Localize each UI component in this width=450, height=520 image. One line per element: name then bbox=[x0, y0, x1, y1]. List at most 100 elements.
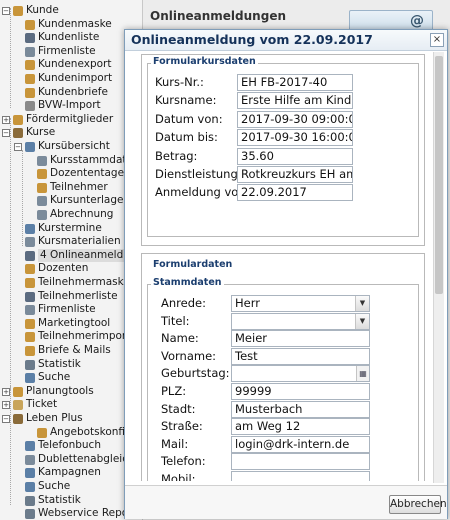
user-icon bbox=[25, 278, 35, 288]
tree-item[interactable]: + Ticket bbox=[0, 398, 142, 412]
tree-item-label: Kurstermine bbox=[38, 221, 102, 234]
text-field[interactable] bbox=[231, 471, 370, 481]
tree-item[interactable]: Firmenliste bbox=[0, 303, 142, 317]
text-field[interactable]: Musterbach bbox=[231, 400, 370, 418]
stamm-field-row: Titel: ▼ bbox=[161, 312, 423, 330]
tree-item[interactable]: Dublettenabgleich bbox=[0, 453, 142, 467]
tree-guide-line bbox=[10, 118, 11, 390]
tree-item[interactable]: Webservice Report bbox=[0, 507, 142, 520]
tree-item-label: Telefonbuch bbox=[38, 439, 101, 452]
tree-item-label: Firmenliste bbox=[38, 303, 96, 316]
collapse-icon[interactable]: − bbox=[14, 143, 22, 151]
text-field[interactable]: Meier bbox=[231, 330, 370, 348]
tree-item[interactable]: Kundenexport bbox=[0, 58, 142, 72]
kurs-field-row: Kursname: Erste Hilfe am Kind bbox=[155, 92, 425, 110]
tree-item[interactable]: Suche bbox=[0, 480, 142, 494]
readonly-field[interactable]: 22.09.2017 bbox=[237, 184, 353, 202]
tree-item[interactable]: Kundenmaske bbox=[0, 18, 142, 32]
users-icon bbox=[13, 386, 23, 397]
dialog-title: Onlineanmeldung vom 22.09.2017 bbox=[131, 32, 373, 47]
tree-item[interactable]: + Planungtools bbox=[0, 385, 142, 399]
field-value: login@drk-intern.de bbox=[235, 436, 350, 451]
field-label: Kurs-Nr.: bbox=[155, 75, 204, 89]
chevron-down-icon[interactable]: ▼ bbox=[355, 313, 369, 329]
tree-item[interactable]: BVW-Import bbox=[0, 99, 142, 113]
expand-icon[interactable]: + bbox=[2, 387, 10, 396]
tree-item[interactable]: Teilnehmerimport bbox=[0, 330, 142, 344]
calendar-icon bbox=[25, 237, 35, 248]
tree-item[interactable]: Dozenten bbox=[0, 262, 142, 276]
readonly-field[interactable]: EH FB-2017-40 bbox=[237, 74, 353, 91]
collapse-icon[interactable]: − bbox=[2, 7, 10, 15]
tree-item-label: Statistik bbox=[38, 357, 81, 370]
user-icon bbox=[25, 346, 35, 356]
tree-item[interactable]: Suche bbox=[0, 371, 142, 385]
tree-item[interactable]: Statistik bbox=[0, 494, 142, 508]
chevron-down-icon[interactable]: ▼ bbox=[355, 296, 369, 311]
calendar-icon[interactable]: ▦ bbox=[356, 366, 369, 382]
tree-item[interactable]: Teilnehmermaske bbox=[0, 276, 142, 290]
tree-item-label: Webservice Report bbox=[38, 507, 137, 520]
tree-item-label: Leben Plus bbox=[26, 412, 83, 424]
stamm-field-row: Telefon: bbox=[161, 453, 423, 471]
field-label: Betrag: bbox=[155, 148, 198, 163]
tree-item[interactable]: Kampagnen bbox=[0, 466, 142, 480]
tree-item[interactable]: + Fördermitglieder bbox=[0, 113, 142, 127]
expand-icon[interactable]: + bbox=[2, 401, 10, 410]
text-field[interactable]: Test bbox=[231, 347, 370, 365]
tree-item[interactable]: Kundenliste bbox=[0, 31, 142, 45]
user-list-icon bbox=[25, 33, 35, 44]
chart-icon bbox=[25, 359, 35, 370]
tree-item[interactable]: − Kurse bbox=[0, 126, 142, 140]
tree-item-label: Kundenexport bbox=[38, 58, 112, 71]
field-label: Titel: bbox=[161, 313, 190, 328]
collapse-icon[interactable]: − bbox=[2, 129, 10, 138]
stamm-field-row: Name: Meier bbox=[161, 330, 423, 348]
text-field[interactable] bbox=[231, 453, 370, 471]
tree-item[interactable]: Briefe & Mails bbox=[0, 344, 142, 358]
tree-item-label: Dozenten bbox=[38, 262, 89, 275]
text-field[interactable]: am Weg 12 bbox=[231, 418, 370, 436]
phone-book-icon bbox=[25, 441, 35, 452]
ticket-icon bbox=[13, 400, 23, 411]
readonly-field[interactable]: Erste Hilfe am Kind bbox=[237, 92, 353, 110]
select-field[interactable]: ▼ bbox=[231, 312, 370, 330]
user-icon bbox=[37, 169, 47, 180]
tree-item-label: Teilnehmerimport bbox=[38, 330, 131, 343]
tree-item-label: Teilnehmermaske bbox=[38, 276, 130, 288]
field-value: am Weg 12 bbox=[235, 419, 301, 434]
text-field[interactable]: 99999 bbox=[231, 383, 370, 400]
tree-item[interactable]: Kundenbriefe bbox=[0, 86, 142, 100]
collapse-icon[interactable]: − bbox=[2, 415, 10, 423]
tree-item[interactable]: Telefonbuch bbox=[0, 439, 142, 453]
tree-item[interactable]: − Kunde bbox=[0, 4, 142, 18]
readonly-field[interactable]: 2017-09-30 09:00:00 bbox=[237, 110, 353, 128]
tree-item-label: Firmenliste bbox=[38, 44, 96, 57]
dialog-scrollbar[interactable] bbox=[433, 52, 444, 483]
tree-item[interactable]: Firmenliste bbox=[0, 45, 142, 59]
text-field[interactable]: login@drk-intern.de bbox=[231, 435, 370, 453]
tree-item[interactable]: Marketingtool bbox=[0, 317, 142, 331]
field-label: Datum von: bbox=[155, 111, 223, 126]
field-label: Name: bbox=[161, 331, 199, 346]
dialog-footer: Abbrechen bbox=[125, 485, 447, 519]
expand-icon[interactable]: + bbox=[2, 115, 10, 124]
tree-item-label: Planungtools bbox=[26, 384, 94, 397]
tree-item[interactable]: Teilnehmerliste bbox=[0, 290, 142, 304]
tree-item[interactable]: 4 Onlineanmeld. bbox=[0, 248, 142, 263]
tree-item[interactable]: Statistik bbox=[0, 358, 142, 372]
select-field[interactable]: Herr ▼ bbox=[231, 295, 370, 312]
readonly-field[interactable]: 2017-09-30 16:00:00 bbox=[237, 129, 353, 147]
tree-item[interactable]: Kundenimport bbox=[0, 72, 142, 86]
close-icon[interactable]: × bbox=[430, 33, 444, 47]
readonly-field[interactable]: Rotkreuzkurs EH am Kind bbox=[237, 166, 353, 183]
cancel-button[interactable]: Abbrechen bbox=[389, 495, 447, 514]
date-field[interactable]: ▦ bbox=[231, 365, 370, 383]
scrollbar-thumb[interactable] bbox=[435, 56, 443, 294]
tree-item[interactable]: − Leben Plus bbox=[0, 412, 142, 426]
readonly-field[interactable]: 35.60 bbox=[237, 147, 353, 165]
tree-guide-line bbox=[22, 150, 23, 246]
tree-guide-line bbox=[10, 385, 11, 505]
tree-item[interactable]: Angebotskonfigurat bbox=[0, 426, 142, 440]
stamm-field-row: PLZ: 99999 bbox=[161, 383, 423, 400]
